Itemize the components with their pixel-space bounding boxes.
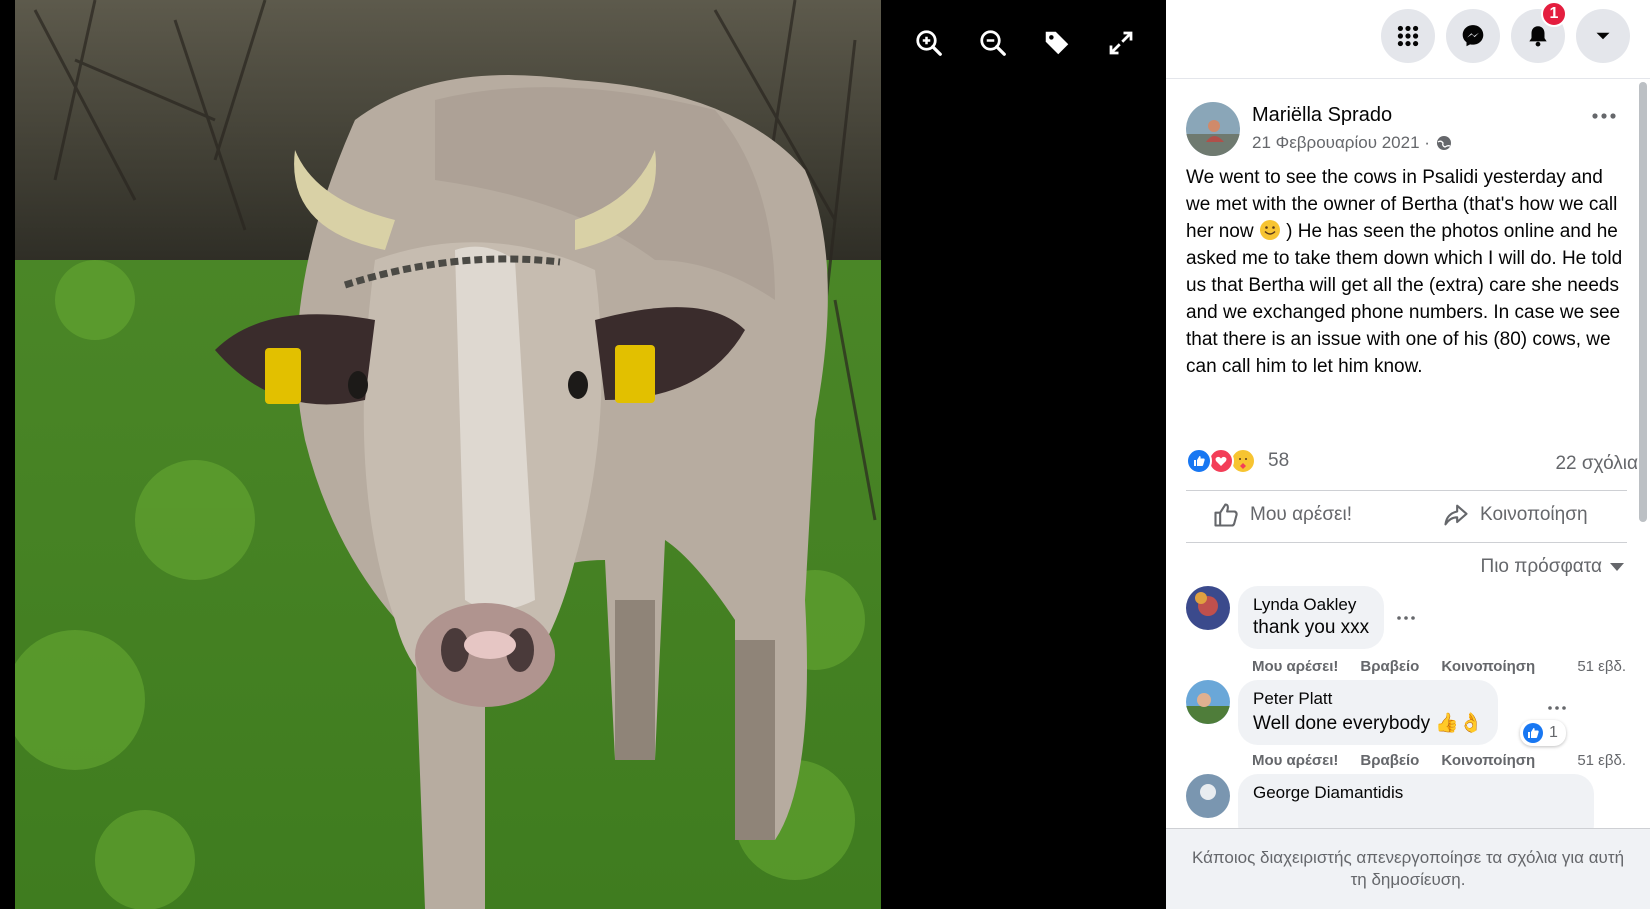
comment-count-link[interactable]: 22 σχόλια xyxy=(1555,453,1638,475)
like-reaction-icon xyxy=(1186,448,1212,474)
post-text-part-2: ) He has seen the photos online and he a… xyxy=(1186,221,1623,377)
commenter-avatar[interactable] xyxy=(1186,680,1230,724)
comment-award-link[interactable]: Βραβείο xyxy=(1360,658,1419,675)
comment-like-link[interactable]: Μου αρέσει! xyxy=(1252,752,1338,769)
post-body-text: We went to see the cows in Psalidi yeste… xyxy=(1186,164,1626,380)
post-more-options[interactable] xyxy=(1586,102,1622,130)
notification-badge: 1 xyxy=(1541,1,1567,27)
sort-label: Πιο πρόσφατα xyxy=(1480,556,1602,577)
comment-bubble: George Diamantidis xyxy=(1238,774,1594,828)
photo-viewer xyxy=(0,0,1166,909)
post-panel: 1 Mariëlla Sprado 21 Φεβρουαρίου 2021 · … xyxy=(1166,0,1650,909)
fullscreen-icon[interactable] xyxy=(1104,26,1138,60)
comment-text: Well done everybody 👍👌 xyxy=(1253,713,1483,734)
zoom-in-icon[interactable] xyxy=(912,26,946,60)
comment-reaction-badge[interactable]: 1 xyxy=(1520,720,1566,746)
comment-time[interactable]: 51 εβδ. xyxy=(1577,752,1626,769)
comment-award-link[interactable]: Βραβείο xyxy=(1360,752,1419,769)
comment-actions: Μου αρέσει! Βραβείο Κοινοποίηση xyxy=(1252,658,1535,675)
zoom-out-icon[interactable] xyxy=(976,26,1010,60)
comment-more-options[interactable] xyxy=(1391,608,1421,628)
account-caret-icon[interactable] xyxy=(1576,9,1630,63)
comment-actions: Μου αρέσει! Βραβείο Κοινοποίηση xyxy=(1252,752,1535,769)
menu-grid-icon[interactable] xyxy=(1381,9,1435,63)
more-horizontal-icon xyxy=(1548,706,1566,710)
globe-icon xyxy=(1436,136,1451,150)
scrollbar[interactable] xyxy=(1639,82,1647,522)
more-horizontal-icon xyxy=(1397,616,1415,620)
comment-time[interactable]: 51 εβδ. xyxy=(1577,658,1626,675)
comment-more-options[interactable] xyxy=(1542,698,1572,718)
commenter-name[interactable]: George Diamantidis xyxy=(1253,783,1579,803)
chevron-down-icon xyxy=(1610,563,1624,571)
share-button-label: Κοινοποίηση xyxy=(1480,504,1588,525)
comment-reaction-count: 1 xyxy=(1549,724,1558,741)
messenger-icon[interactable] xyxy=(1446,9,1500,63)
tag-icon[interactable] xyxy=(1040,26,1074,60)
comment-sort-dropdown[interactable]: Πιο πρόσφατα xyxy=(1480,556,1624,578)
post-date-text: 21 Φεβρουαρίου 2021 · xyxy=(1252,133,1430,152)
top-navigation: 1 xyxy=(1166,0,1650,79)
post-scroll-area[interactable]: Mariëlla Sprado 21 Φεβρουαρίου 2021 · We… xyxy=(1166,80,1650,828)
thumbs-up-icon xyxy=(1214,503,1238,527)
reaction-count: 58 xyxy=(1268,450,1290,471)
author-avatar[interactable] xyxy=(1186,102,1240,156)
comments-disabled-notice: Κάποιος διαχειριστής απενεργοποίησε τα σ… xyxy=(1166,828,1650,909)
more-horizontal-icon xyxy=(1592,113,1616,119)
smiley-emoji-icon xyxy=(1259,220,1280,240)
comment-text: thank you xxx xyxy=(1253,617,1370,638)
post-author-name[interactable]: Mariëlla Sprado xyxy=(1252,104,1392,127)
divider xyxy=(1186,542,1627,543)
bell-icon xyxy=(1529,26,1547,47)
like-button-label: Μου αρέσει! xyxy=(1250,504,1353,525)
notifications-button[interactable]: 1 xyxy=(1511,1,1567,63)
divider xyxy=(1186,490,1627,491)
comment-like-link[interactable]: Μου αρέσει! xyxy=(1252,658,1338,675)
like-button[interactable]: Μου αρέσει! xyxy=(1212,492,1352,538)
commenter-name[interactable]: Lynda Oakley xyxy=(1253,595,1369,615)
reaction-summary[interactable]: 58 xyxy=(1186,448,1289,474)
share-arrow-icon xyxy=(1444,504,1468,526)
comment-bubble: Peter Platt Well done everybody 👍👌 xyxy=(1238,680,1498,745)
comment-share-link[interactable]: Κοινοποίηση xyxy=(1441,658,1535,675)
share-button[interactable]: Κοινοποίηση xyxy=(1442,492,1588,538)
comment-bubble: Lynda Oakley thank you xxx xyxy=(1238,586,1385,649)
comment-share-link[interactable]: Κοινοποίηση xyxy=(1441,752,1535,769)
post-photo[interactable] xyxy=(15,0,881,909)
commenter-avatar[interactable] xyxy=(1186,774,1230,818)
commenter-name[interactable]: Peter Platt xyxy=(1253,689,1483,709)
like-reaction-icon xyxy=(1523,723,1543,743)
commenter-avatar[interactable] xyxy=(1186,586,1230,630)
post-date[interactable]: 21 Φεβρουαρίου 2021 · xyxy=(1252,133,1452,153)
